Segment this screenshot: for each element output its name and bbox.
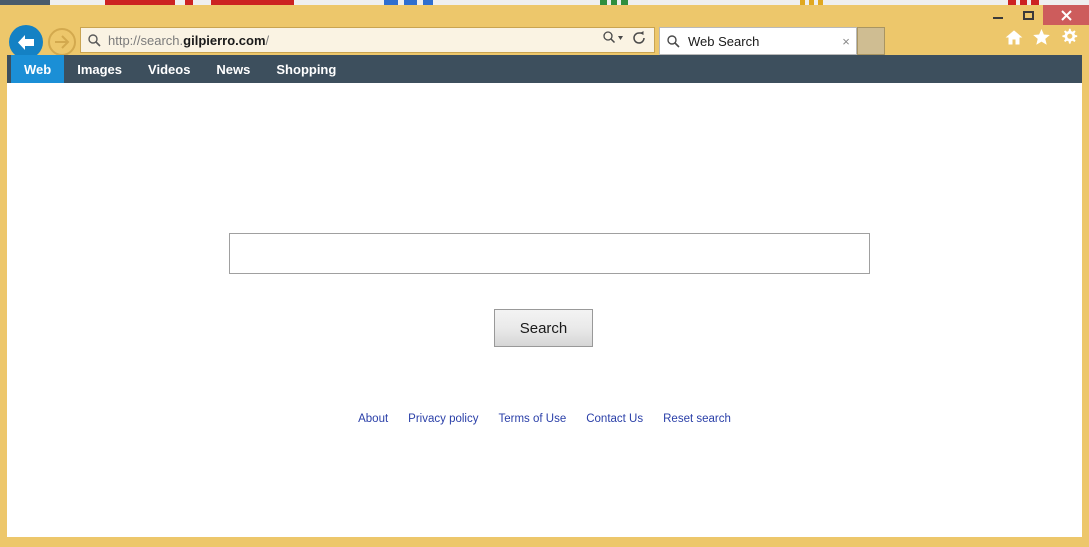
search-dropdown-icon[interactable]	[603, 31, 624, 49]
address-bar-actions	[603, 31, 646, 50]
footer-link-privacy-policy[interactable]: Privacy policy	[408, 413, 478, 425]
tab-fragment[interactable]	[185, 0, 193, 5]
footer-links: About Privacy policy Terms of Use Contact U…	[7, 413, 1082, 425]
back-button[interactable]	[9, 25, 43, 59]
search-icon	[88, 34, 101, 47]
page-viewport: WebImagesVideosNewsShopping Search About…	[7, 55, 1082, 537]
go-button[interactable]	[857, 27, 885, 55]
footer-link-terms-of-use[interactable]: Terms of Use	[498, 413, 566, 425]
tab-fragment[interactable]	[0, 0, 50, 5]
search-input[interactable]	[229, 233, 870, 274]
window-controls	[983, 5, 1089, 25]
footer-link-reset-search[interactable]: Reset search	[663, 413, 731, 425]
browser-toolbar: http://search.gilpierro.com/	[0, 25, 1089, 55]
maximize-button[interactable]	[1013, 5, 1043, 25]
refresh-icon[interactable]	[633, 31, 646, 50]
tab-fragment[interactable]	[105, 0, 175, 5]
tab-fragment[interactable]	[193, 0, 211, 5]
address-bar[interactable]: http://search.gilpierro.com/	[80, 27, 655, 53]
favorites-icon[interactable]	[1032, 28, 1051, 51]
browser-search-value: Web Search	[688, 34, 836, 49]
footer-link-about[interactable]: About	[358, 413, 388, 425]
tab-fragment[interactable]	[175, 0, 185, 5]
tab-fragment[interactable]	[423, 0, 433, 5]
browser-search-box[interactable]: Web Search ×	[659, 27, 857, 55]
clear-search-icon[interactable]: ×	[836, 28, 856, 54]
close-button[interactable]	[1043, 5, 1089, 25]
browser-tab-strip	[0, 0, 1089, 5]
tab-fragment[interactable]	[621, 0, 628, 5]
search-icon	[667, 35, 680, 48]
tab-fragment[interactable]	[294, 0, 384, 5]
back-arrow-icon	[16, 34, 36, 51]
maximize-icon	[1023, 11, 1034, 20]
browser-toolbar-icons	[1005, 28, 1078, 51]
browser-window: http://search.gilpierro.com/	[0, 0, 1089, 547]
nav-tab-news[interactable]: News	[203, 55, 263, 83]
tab-fragment[interactable]	[823, 0, 1008, 5]
address-bar-url: http://search.gilpierro.com/	[108, 33, 603, 48]
home-icon[interactable]	[1005, 29, 1023, 51]
footer-link-contact-us[interactable]: Contact Us	[586, 413, 643, 425]
tab-fragment[interactable]	[404, 0, 417, 5]
nav-tab-videos[interactable]: Videos	[135, 55, 203, 83]
search-button[interactable]: Search	[494, 309, 593, 347]
nav-tab-images[interactable]: Images	[64, 55, 135, 83]
close-icon	[1061, 10, 1072, 21]
forward-arrow-icon	[54, 35, 70, 49]
site-navigation: WebImagesVideosNewsShopping	[7, 55, 1082, 83]
page-content: Search About Privacy policy Terms of Use Co…	[7, 83, 1082, 537]
settings-icon[interactable]	[1060, 28, 1078, 51]
nav-tab-shopping[interactable]: Shopping	[263, 55, 349, 83]
tab-fragment[interactable]	[600, 0, 607, 5]
tab-fragment[interactable]	[628, 0, 800, 5]
tab-fragment[interactable]	[50, 0, 105, 5]
forward-button[interactable]	[48, 28, 76, 56]
tab-fragment[interactable]	[433, 0, 600, 5]
nav-tab-web[interactable]: Web	[11, 55, 64, 83]
minimize-icon	[993, 17, 1003, 19]
tab-fragment[interactable]	[211, 0, 294, 5]
tab-fragment[interactable]	[384, 0, 398, 5]
minimize-button[interactable]	[983, 5, 1013, 25]
